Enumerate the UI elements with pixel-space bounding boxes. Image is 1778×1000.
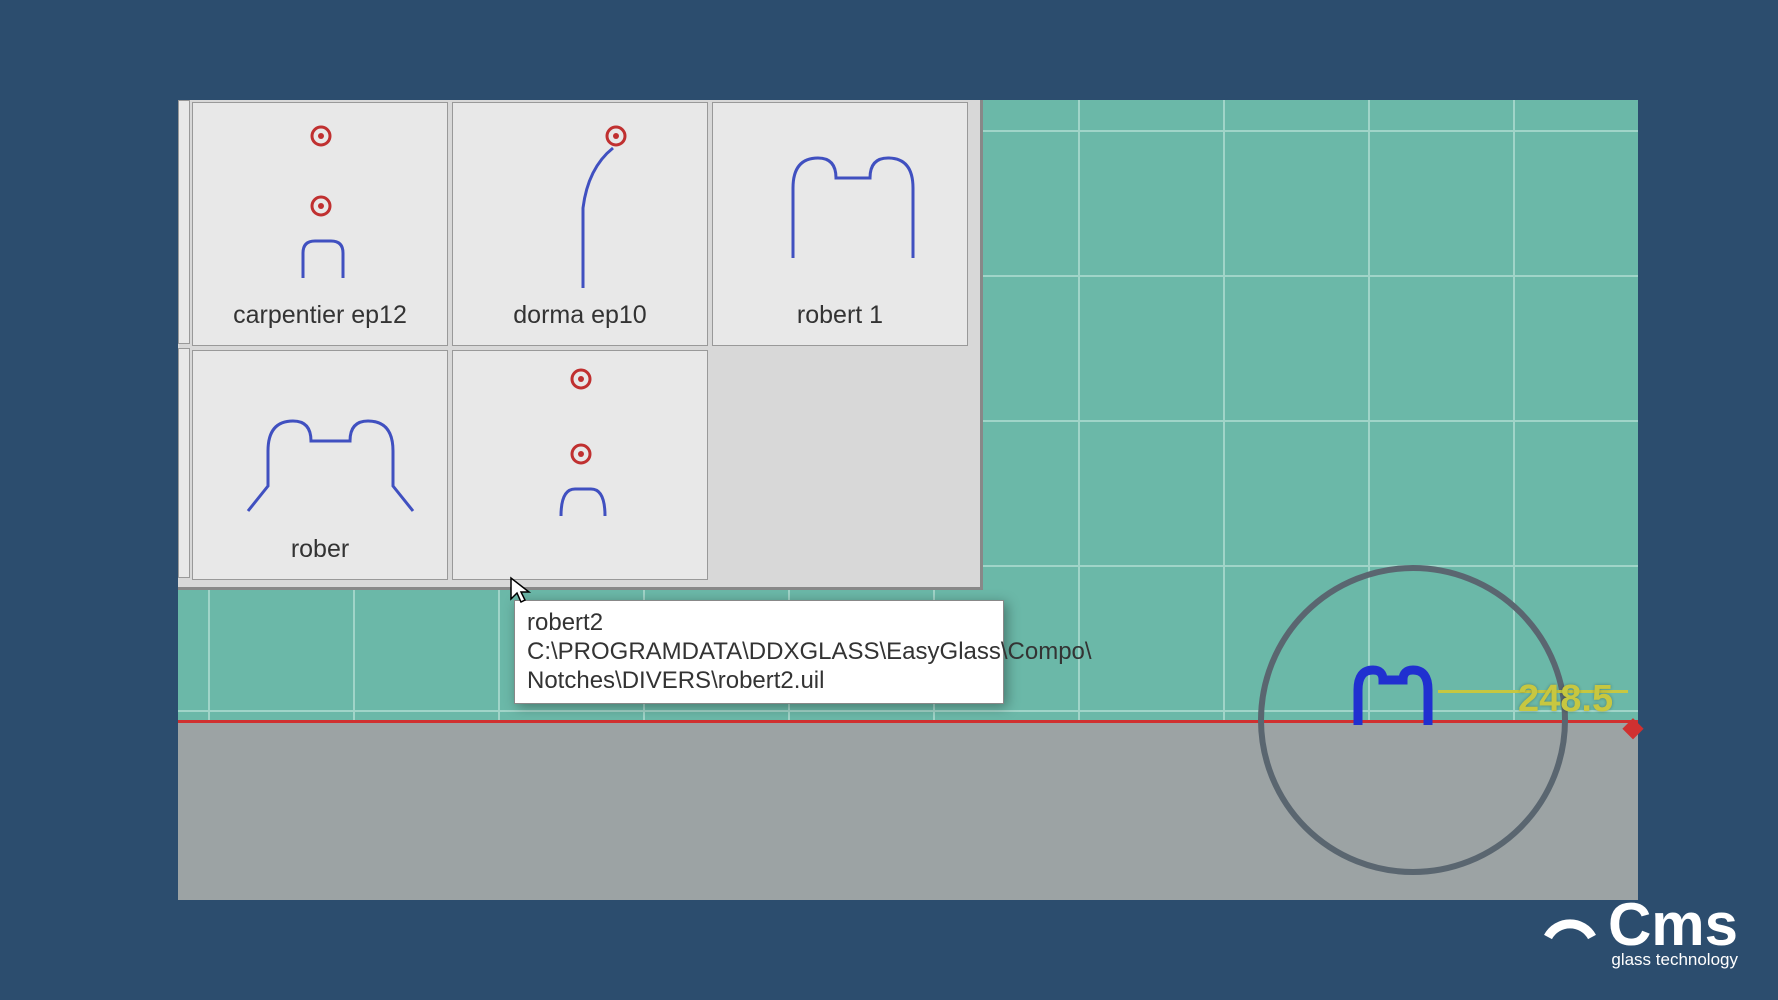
logo-arc-icon (1542, 907, 1598, 943)
tooltip-title: robert2 (527, 609, 603, 636)
notch-label: dorma ep10 (513, 301, 646, 330)
brand-logo: Cms glass technology (1542, 895, 1738, 970)
tooltip: robert2 C:\PROGRAMDATA\DDXGLASS\EasyGlas… (514, 600, 1004, 704)
notch-item-robert2[interactable]: rober (192, 350, 448, 580)
snap-diamond-icon (1618, 713, 1648, 748)
notch-item-5[interactable] (452, 350, 708, 580)
dimension-value: 248.5 (1518, 678, 1613, 721)
placed-notch[interactable] (1348, 660, 1438, 735)
notch-palette: carpentier ep12 dorma ep10 robert 1 (178, 100, 983, 590)
notch-label: rober (291, 535, 349, 564)
logo-text: Cms (1608, 895, 1738, 955)
notch-item-carpentier[interactable]: carpentier ep12 (192, 102, 448, 346)
logo-subtitle: glass technology (1542, 950, 1738, 970)
tooltip-path2: Notches\DIVERS\robert2.uil (527, 667, 824, 694)
main-viewport: 248.5 carpentier ep12 dorma ep10 (178, 100, 1638, 900)
notch-item-robert1[interactable]: robert 1 (712, 102, 968, 346)
notch-item-dorma[interactable]: dorma ep10 (452, 102, 708, 346)
tooltip-path1: C:\PROGRAMDATA\DDXGLASS\EasyGlass\Compo\ (527, 638, 1092, 665)
notch-label: robert 1 (797, 301, 883, 330)
notch-label: carpentier ep12 (233, 301, 407, 330)
